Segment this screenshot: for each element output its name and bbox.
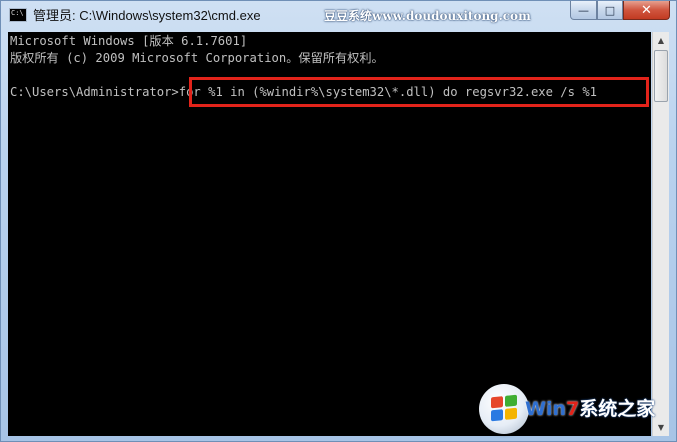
console-line-copyright: 版权所有 (c) 2009 Microsoft Corporation。保留所有… — [10, 51, 384, 65]
window-controls: — □ ✕ — [570, 1, 670, 21]
site-watermark: 豆豆系统www.doudouxitong.com — [324, 9, 531, 23]
minimize-icon: — — [578, 3, 589, 17]
console-output[interactable]: Microsoft Windows [版本 6.1.7601] 版权所有 (c)… — [8, 32, 651, 436]
window-title: 管理员: C:\Windows\system32\cmd.exe — [33, 8, 261, 23]
watermark-7: 7 — [566, 398, 580, 420]
close-button[interactable]: ✕ — [623, 1, 670, 20]
cmd-icon[interactable]: C:\ — [9, 8, 27, 22]
close-icon: ✕ — [641, 2, 652, 18]
command-highlight-box — [189, 77, 649, 107]
win7-watermark-text: Win7系统之家 — [525, 398, 655, 420]
maximize-icon: □ — [604, 3, 616, 17]
vertical-scrollbar[interactable]: ▲ ▼ — [652, 32, 669, 436]
title-bar[interactable]: C:\ 管理员: C:\Windows\system32\cmd.exe 豆豆系… — [1, 1, 676, 31]
scroll-thumb[interactable] — [654, 50, 668, 102]
maximize-button[interactable]: □ — [597, 1, 623, 20]
console-line-version: Microsoft Windows [版本 6.1.7601] — [10, 34, 248, 48]
cmd-window: C:\ 管理员: C:\Windows\system32\cmd.exe 豆豆系… — [0, 0, 677, 442]
scroll-up-icon[interactable]: ▲ — [653, 32, 669, 49]
minimize-button[interactable]: — — [570, 1, 597, 20]
win7-logo-icon — [479, 384, 529, 434]
watermark-win: Win — [525, 398, 566, 420]
windows-flag-icon — [491, 394, 517, 422]
watermark-xitong: 系统之家 — [579, 398, 656, 420]
scroll-down-icon[interactable]: ▼ — [653, 419, 669, 436]
cmd-icon-label: C:\ — [11, 9, 24, 17]
